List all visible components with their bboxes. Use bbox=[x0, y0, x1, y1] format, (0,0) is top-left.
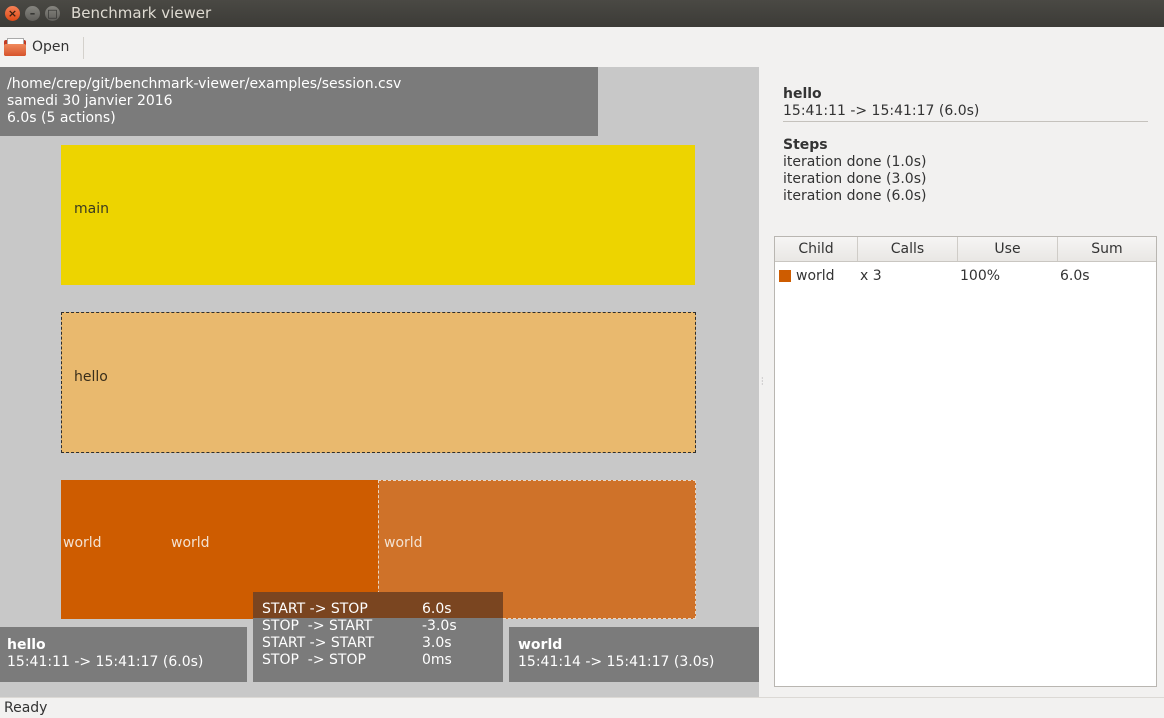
open-button[interactable]: Open bbox=[4, 33, 75, 61]
details-name: hello bbox=[783, 86, 822, 102]
tooltip-value: -3.0s bbox=[422, 618, 457, 634]
block-main-label: main bbox=[74, 201, 109, 217]
block-world-1[interactable]: world bbox=[61, 480, 169, 619]
close-window-button[interactable]: × bbox=[5, 6, 20, 21]
steps-heading: Steps bbox=[783, 137, 828, 153]
block-world-1-label: world bbox=[63, 535, 102, 551]
block-hello[interactable]: hello bbox=[61, 312, 696, 453]
child-color-swatch bbox=[779, 270, 791, 282]
block-world-3-label: world bbox=[384, 535, 423, 551]
table-row[interactable]: world x 3 100% 6.0s bbox=[775, 265, 1156, 287]
splitter-grip-icon: · · · bbox=[761, 374, 764, 389]
block-hello-label: hello bbox=[74, 369, 108, 385]
cell-use: 100% bbox=[960, 268, 1001, 284]
hover-info-left: hello 15:41:11 -> 15:41:17 (6.0s) bbox=[0, 627, 247, 682]
tooltip-key: STOP -> START bbox=[262, 618, 373, 634]
tooltip-key: START -> STOP bbox=[262, 601, 368, 617]
session-info-panel: /home/crep/git/benchmark-viewer/examples… bbox=[0, 67, 598, 136]
maximize-window-button[interactable]: □ bbox=[45, 6, 60, 21]
details-panel: hello 15:41:11 -> 15:41:17 (6.0s) Steps … bbox=[774, 67, 1164, 697]
hover-info-right: world 15:41:14 -> 15:41:17 (3.0s) bbox=[509, 627, 759, 682]
title-bar: × – □ Benchmark viewer bbox=[0, 0, 1164, 27]
children-table: Child Calls Use Sum world x 3 100% 6.0s bbox=[774, 236, 1157, 687]
status-text: Ready bbox=[4, 700, 48, 716]
tooltip-key: START -> START bbox=[262, 635, 375, 651]
toolbar-separator bbox=[83, 37, 84, 59]
block-main[interactable]: main bbox=[61, 145, 695, 285]
step-item: iteration done (3.0s) bbox=[783, 171, 927, 187]
tooltip-value: 6.0s bbox=[422, 601, 452, 617]
tooltip-value: 0ms bbox=[422, 652, 452, 668]
hover-info-left-time: 15:41:11 -> 15:41:17 (6.0s) bbox=[7, 654, 204, 670]
cell-child: world bbox=[796, 268, 835, 284]
cell-calls: x 3 bbox=[860, 268, 882, 284]
details-divider bbox=[783, 121, 1148, 122]
folder-open-icon bbox=[4, 38, 26, 56]
open-button-label: Open bbox=[32, 39, 70, 55]
block-world-2-label: world bbox=[171, 535, 210, 551]
status-bar: Ready bbox=[0, 697, 1164, 718]
benchmark-canvas[interactable]: /home/crep/git/benchmark-viewer/examples… bbox=[0, 67, 759, 697]
minimize-window-button[interactable]: – bbox=[25, 6, 40, 21]
cell-sum: 6.0s bbox=[1060, 268, 1090, 284]
hover-info-right-time: 15:41:14 -> 15:41:17 (3.0s) bbox=[518, 654, 715, 670]
hover-info-left-name: hello bbox=[7, 637, 46, 653]
column-header-use[interactable]: Use bbox=[958, 237, 1058, 261]
column-header-sum[interactable]: Sum bbox=[1058, 237, 1156, 261]
session-summary: 6.0s (5 actions) bbox=[7, 110, 116, 126]
timing-tooltip: START -> STOP 6.0s STOP -> START -3.0s S… bbox=[253, 592, 503, 682]
tooltip-value: 3.0s bbox=[422, 635, 452, 651]
details-time: 15:41:11 -> 15:41:17 (6.0s) bbox=[783, 103, 980, 119]
hover-info-right-name: world bbox=[518, 637, 563, 653]
toolbar: Open bbox=[0, 27, 1164, 67]
column-header-child[interactable]: Child bbox=[775, 237, 858, 261]
session-date: samedi 30 janvier 2016 bbox=[7, 93, 173, 109]
step-item: iteration done (6.0s) bbox=[783, 188, 927, 204]
step-item: iteration done (1.0s) bbox=[783, 154, 927, 170]
column-header-calls[interactable]: Calls bbox=[858, 237, 958, 261]
window-title: Benchmark viewer bbox=[71, 4, 212, 22]
tooltip-key: STOP -> STOP bbox=[262, 652, 366, 668]
session-path: /home/crep/git/benchmark-viewer/examples… bbox=[7, 76, 402, 92]
children-table-header: Child Calls Use Sum bbox=[775, 237, 1156, 262]
